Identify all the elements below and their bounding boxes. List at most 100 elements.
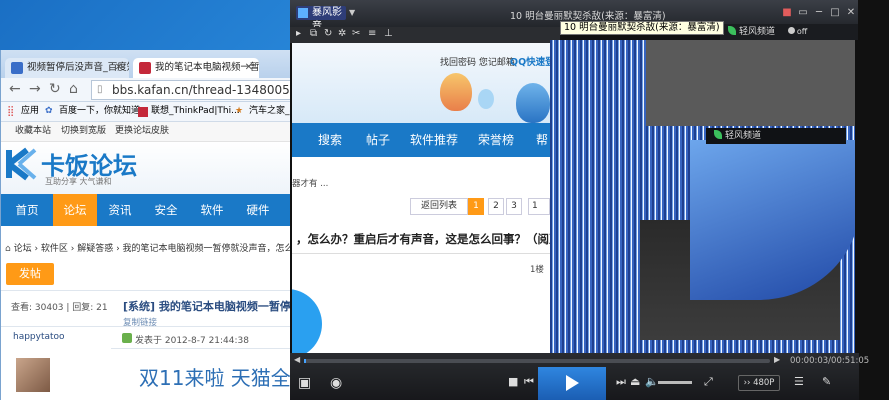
reload-icon[interactable]: ↻ (49, 81, 61, 97)
tab-baidu[interactable]: 视频暂停后没声音_百度知 ✕ (5, 58, 129, 78)
quality-badge[interactable]: ›› 480P (738, 375, 780, 391)
play-small-icon[interactable]: ▸ (296, 28, 301, 39)
divider (1, 290, 300, 291)
seek-bar[interactable] (304, 359, 770, 363)
bookmark-apps[interactable]: 应用 (21, 102, 39, 121)
link-bookmark-site[interactable]: 收藏本站 (15, 122, 51, 141)
thread-title: [系统] 我的笔记本电脑视频一暂停就没 (123, 300, 300, 313)
play-button[interactable] (538, 367, 606, 400)
home-icon[interactable]: ⌂ (5, 244, 11, 254)
link-wide-mode[interactable]: 切换到宽版 (61, 122, 106, 141)
page-3: 3 (506, 198, 522, 215)
cut-icon[interactable]: ✂ (352, 28, 360, 39)
rotate-icon[interactable]: ↻ (324, 28, 332, 39)
breadcrumb-text[interactable]: 论坛 › 软件区 › 解疑答惑 › 我的笔记本电脑视频一暂停就没声音，怎么办 (14, 244, 300, 254)
nav-security[interactable]: 安全 (143, 194, 189, 226)
settings-icon[interactable]: ✎ (822, 375, 831, 388)
avatar[interactable] (16, 358, 50, 392)
video-player-window: 暴风影音 ▼ 10 明台曼丽默契杀敌(来源：暴富清) ■ ▭ ─ □ ✕ ▸ ⧉… (290, 0, 889, 400)
video-canvas[interactable]: 轻风频道 (550, 40, 855, 355)
bookmark-thinkpad[interactable]: 联想_ThinkPad|Thi... (151, 102, 240, 121)
eye-icon[interactable]: ◉ (330, 375, 342, 391)
minimize-icon[interactable]: ─ (812, 7, 826, 19)
divider (1, 326, 300, 327)
back-icon[interactable]: ← (9, 81, 21, 97)
author-name[interactable]: happytatoo (13, 332, 65, 342)
tab-label: 我的笔记本电脑视频一暂 (155, 62, 259, 73)
leaf-icon (728, 26, 736, 35)
channel-name[interactable]: 轻风频道 (739, 27, 775, 37)
lenovo-icon (138, 107, 148, 117)
side-panel (858, 0, 889, 400)
post-button[interactable]: 发帖 (6, 263, 54, 285)
next-icon[interactable]: ⏭ (616, 375, 626, 389)
page-2: 2 (488, 198, 504, 215)
toggle-dot-icon[interactable] (787, 27, 795, 34)
link-change-skin[interactable]: 更换论坛皮肤 (115, 122, 169, 141)
prev-icon[interactable]: ⏮ (524, 375, 534, 389)
divider (292, 253, 550, 254)
dropdown-arrow-icon[interactable]: ▼ (349, 8, 355, 17)
list-icon[interactable]: ≡ (368, 28, 376, 39)
page-2-label: 2 (493, 201, 499, 211)
page-icon: ▯ (97, 84, 103, 95)
nav-home[interactable]: 首页 (1, 194, 53, 226)
fullscreen-icon[interactable]: ⤢ (704, 375, 713, 389)
player-toolbar: ▸ ⧉ ↻ ✲ ✂ ≡ ⊥ (290, 27, 560, 43)
vnav-search: 搜索 (318, 133, 343, 147)
window-icon[interactable]: ⧉ (310, 28, 317, 39)
channel-state: off (796, 27, 808, 36)
balloon-icon (440, 73, 472, 111)
breadcrumb: ⌂ 论坛 › 软件区 › 解疑答惑 › 我的笔记本电脑视频一暂停就没声音，怎么办 (1, 240, 300, 258)
video-channel-overlay: 轻风频道 (706, 128, 846, 144)
tab-kafan[interactable]: 我的笔记本电脑视频一暂 ✕ (133, 58, 259, 78)
title-tooltip: 10 明台曼丽默契杀敌(来源：暴富清) (560, 21, 724, 35)
player-logo[interactable]: 暴风影音 (296, 6, 346, 32)
video-title: 10 明台曼丽默契杀敌(来源：暴富清) (510, 11, 666, 22)
open-icon[interactable]: ⏏ (630, 375, 640, 388)
divider (111, 348, 300, 349)
play-icon (566, 375, 579, 391)
logo-slogan: 互助分享 大气谦和 (45, 177, 112, 186)
url-text: bbs.kafan.cn/thread-1348005-1-1.htm (112, 83, 300, 97)
kafan-logo-icon (6, 147, 37, 181)
minimode-icon[interactable]: ▭ (796, 7, 810, 19)
close-icon[interactable]: ✕ (115, 58, 123, 77)
page-1-label: 1 (473, 201, 479, 211)
apps-icon[interactable]: ⣿ (7, 102, 14, 121)
nav-hardware[interactable]: 硬件 (235, 194, 281, 226)
pin-icon[interactable]: ⊥ (384, 28, 393, 39)
forward-icon[interactable]: ▶ (774, 355, 780, 364)
forum-topbar: 收藏本站 切换到宽版 更换论坛皮肤 (1, 122, 300, 142)
toolbox-icon[interactable]: ▣ (298, 375, 311, 391)
stop-icon[interactable]: ■ (508, 375, 518, 388)
maximize-icon[interactable]: □ (828, 7, 842, 19)
sparkle-icon[interactable]: ✲ (338, 28, 346, 39)
vnav-recommend: 软件推荐 (410, 133, 459, 147)
playlist-icon[interactable]: ☰ (794, 375, 804, 388)
forum-links: 找回密码 您记邮箱 (440, 58, 515, 68)
address-bar[interactable]: ▯ bbs.kafan.cn/thread-1348005-1-1.htm (91, 80, 300, 100)
volume-slider[interactable] (658, 381, 692, 384)
thread-stats: 查看: 30403 | 回复: 21 (11, 303, 108, 313)
ad-banner-text[interactable]: 双11来啦 天猫全 (139, 362, 291, 391)
volume-icon[interactable]: 🔈 (645, 375, 659, 388)
back-to-list: 返回列表 (410, 198, 468, 215)
close-icon[interactable]: ✕ (245, 58, 253, 77)
forward-icon[interactable]: → (29, 81, 41, 97)
rewind-icon[interactable]: ◀ (294, 355, 300, 364)
paw-icon (11, 62, 23, 74)
skin-icon[interactable]: ■ (780, 7, 794, 19)
close-icon[interactable]: ✕ (844, 7, 858, 19)
nav-news[interactable]: 资讯 (97, 194, 143, 226)
home-icon[interactable]: ⌂ (69, 81, 78, 97)
control-bar: ◀ ▶ 00:00:03/00:51:05 ▣ ◉ ■ ⏮ ⏭ ⏏ 🔈 ⤢ ››… (290, 353, 869, 400)
video-frame-header: 找回密码 您记邮箱 QQ快速登 (292, 43, 550, 123)
nav-software[interactable]: 软件 (189, 194, 235, 226)
forum-header: 卡饭论坛 互助分享 大气谦和 (1, 142, 300, 194)
nav-forum[interactable]: 论坛 (53, 194, 97, 226)
kafan-logo[interactable]: 卡饭论坛 互助分享 大气谦和 (5, 146, 137, 186)
leaf-icon (714, 130, 722, 139)
forum-main-nav: 首页 论坛 资讯 安全 软件 硬件 (1, 194, 300, 226)
bookmark-baidu[interactable]: 百度一下，你就知道 (59, 102, 140, 121)
